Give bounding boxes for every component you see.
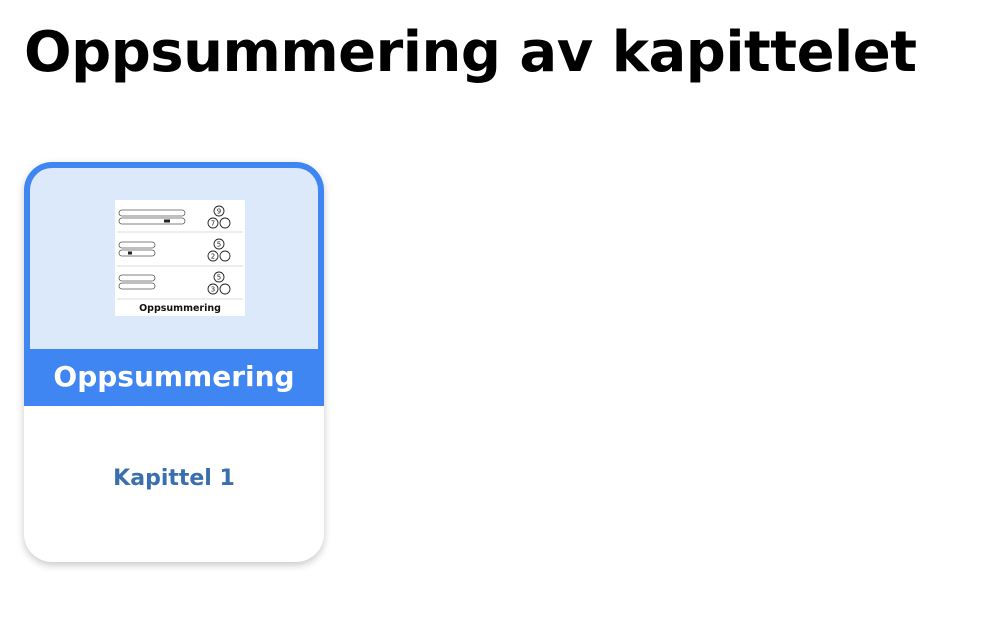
card-thumbnail-area: 9 7 5 2 5 3 Oppsummering: [30, 168, 318, 349]
card-thumbnail: 9 7 5 2 5 3 Oppsummering: [115, 200, 245, 316]
page-title: Oppsummering av kapittelet: [24, 20, 917, 85]
thumb-row-3-top: 5: [217, 274, 221, 282]
thumb-row-1-top: 9: [217, 208, 221, 216]
thumb-row-1-left: 7: [211, 220, 215, 228]
card-header: 9 7 5 2 5 3 Oppsummering Oppsummering: [24, 162, 324, 406]
worksheet-illustration: 9 7 5 2 5 3: [117, 205, 243, 300]
chapter-card[interactable]: 9 7 5 2 5 3 Oppsummering Oppsummering Ka…: [24, 162, 324, 562]
thumb-row-2-top: 5: [217, 241, 221, 249]
card-title: Oppsummering: [53, 360, 295, 393]
thumb-row-2-left: 2: [211, 253, 215, 261]
card-chapter-label: Kapittel 1: [113, 466, 235, 491]
thumb-row-3-left: 3: [211, 286, 215, 294]
thumbnail-caption: Oppsummering: [139, 303, 221, 314]
